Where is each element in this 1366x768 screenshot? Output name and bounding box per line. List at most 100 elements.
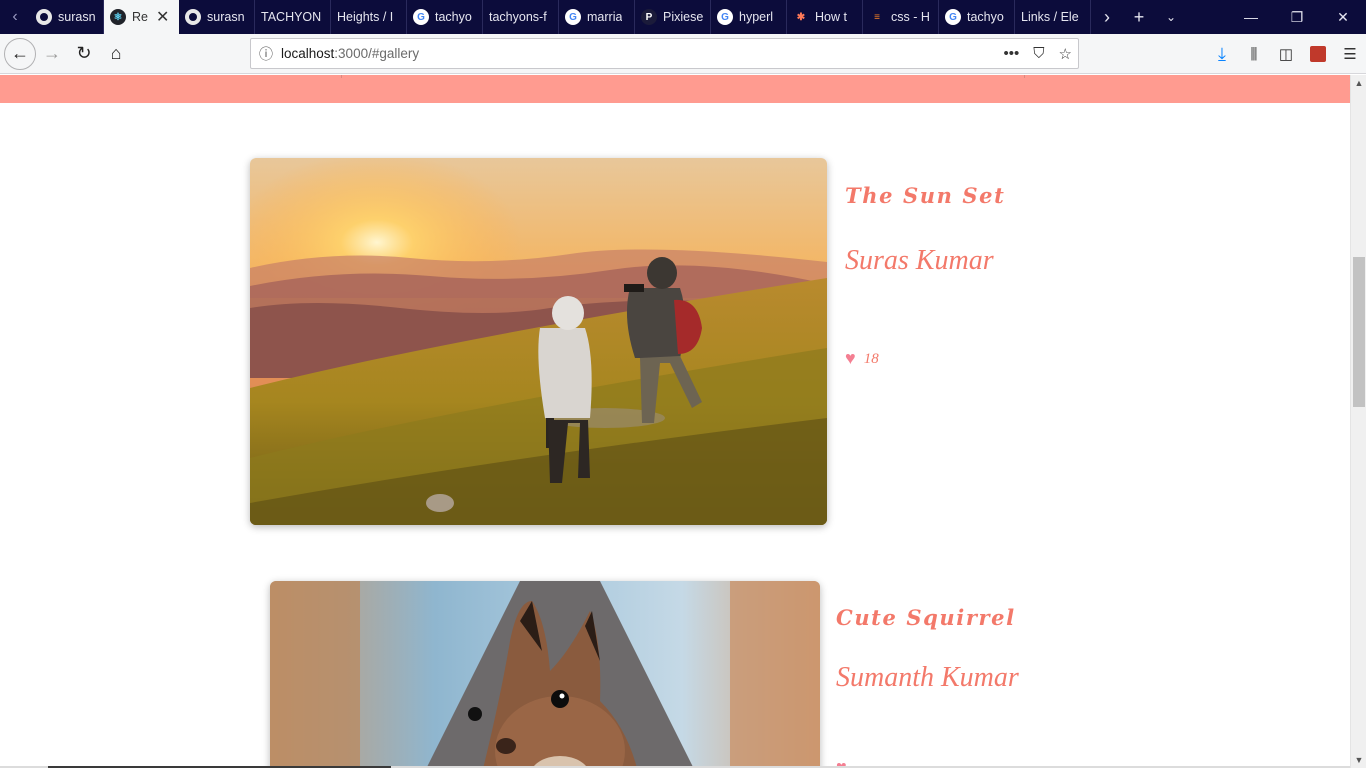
downloads-button[interactable]: ⤓ xyxy=(1206,38,1238,70)
tab-label: tachyo xyxy=(967,10,1004,24)
window-controls: — ❐ ✕ xyxy=(1228,0,1366,34)
scroll-down-arrow-icon[interactable]: ▼ xyxy=(1351,752,1366,768)
sunset-photo[interactable] xyxy=(250,158,827,525)
browser-tab[interactable]: G tachyo xyxy=(939,0,1015,34)
browser-tab[interactable]: G hyperl xyxy=(711,0,787,34)
tab-label: Links / Ele xyxy=(1021,10,1079,24)
tab-label: marria xyxy=(587,10,623,24)
browser-tab[interactable]: ✱ How t xyxy=(787,0,863,34)
reload-icon: ↻ xyxy=(76,43,92,63)
chevron-left-icon: ‹ xyxy=(12,8,18,25)
browser-tab[interactable]: tachyons-f xyxy=(483,0,559,34)
sidebar-button[interactable]: ◫ xyxy=(1270,38,1302,70)
restore-button[interactable]: ❐ xyxy=(1274,0,1320,34)
tab-label: TACHYON xyxy=(261,10,322,24)
browser-tab-active[interactable]: ⚛ Re ✕ xyxy=(104,0,179,34)
browser-tab[interactable]: TACHYON xyxy=(255,0,331,34)
google-icon: G xyxy=(945,9,961,25)
google-icon: G xyxy=(413,9,429,25)
tab-label: Heights / I xyxy=(337,10,394,24)
home-icon: ⌂ xyxy=(110,43,122,63)
tab-scroll-right-button[interactable]: › xyxy=(1091,0,1123,34)
heart-icon[interactable]: ♥ xyxy=(845,349,856,367)
arrow-left-icon: ← xyxy=(11,43,29,63)
tab-scroll-left-button[interactable]: ‹ xyxy=(0,0,30,34)
page-viewport: The Sun Set Suras Kumar ♥ 18 Cute Squirr… xyxy=(0,75,1350,768)
pocket-icon[interactable]: ⛉ xyxy=(1033,45,1044,62)
browser-tab[interactable]: Links / Ele xyxy=(1015,0,1091,34)
sidebar-icon: ◫ xyxy=(1278,46,1294,63)
info-icon[interactable]: ⓘ xyxy=(251,44,281,64)
tab-label: Pixiese xyxy=(663,10,704,24)
navigation-toolbar: ← → ↻ ⌂ ⓘ localhost:3000/#gallery ••• ⛉ … xyxy=(0,34,1366,74)
list-all-tabs-button[interactable]: ⌄ xyxy=(1155,0,1187,34)
tab-label: tachyons-f xyxy=(489,10,547,24)
tab-label: How t xyxy=(815,10,847,24)
like-button[interactable]: ♥ 18 xyxy=(845,347,879,368)
url-path: :3000/#gallery xyxy=(334,46,420,61)
photo-title: The Sun Set xyxy=(845,183,1006,208)
bookmark-star-icon[interactable]: ☆ xyxy=(1059,45,1072,63)
menu-button[interactable]: ☰ xyxy=(1334,38,1366,70)
close-icon: ✕ xyxy=(1337,8,1349,25)
arrow-right-icon: → xyxy=(43,43,61,63)
pixies-icon: P xyxy=(641,9,657,25)
minimize-icon: — xyxy=(1244,9,1258,25)
scroll-up-arrow-icon[interactable]: ▲ xyxy=(1351,75,1366,91)
tab-strip: ‹ surasn ⚛ Re ✕ surasn TACHYON Heights /… xyxy=(0,0,1366,34)
forward-button[interactable]: → xyxy=(36,38,68,70)
photo-author: Suras Kumar xyxy=(845,245,994,276)
library-button[interactable]: ⫼ xyxy=(1238,38,1270,70)
chevron-right-icon: › xyxy=(1104,6,1110,27)
url-text[interactable]: localhost:3000/#gallery xyxy=(281,46,419,61)
back-button[interactable]: ← xyxy=(4,37,36,70)
extension-icon xyxy=(1310,46,1326,62)
band-divider xyxy=(341,75,342,78)
browser-tab[interactable]: G tachyo xyxy=(407,0,483,34)
photo-title: Cute Squirrel xyxy=(836,605,1016,630)
header-band xyxy=(0,75,1350,103)
url-host: localhost xyxy=(281,46,335,61)
close-tab-icon[interactable]: ✕ xyxy=(156,7,169,27)
like-count: 18 xyxy=(863,351,879,367)
tab-label: surasn xyxy=(58,10,96,24)
react-icon: ⚛ xyxy=(110,9,126,25)
google-icon: G xyxy=(717,9,733,25)
reload-button[interactable]: ↻ xyxy=(68,38,100,70)
tab-label: hyperl xyxy=(739,10,774,24)
squirrel-photo[interactable] xyxy=(270,581,820,768)
toolbar-right: ⤓ ⫼ ◫ ☰ xyxy=(1206,34,1366,74)
url-actions: ••• ⛉ ☆ xyxy=(1004,39,1072,68)
close-window-button[interactable]: ✕ xyxy=(1320,0,1366,34)
browser-tab[interactable]: surasn xyxy=(179,0,255,34)
tab-label: Re xyxy=(132,10,148,24)
url-bar[interactable]: ⓘ localhost:3000/#gallery ••• ⛉ ☆ xyxy=(250,38,1079,69)
new-tab-button[interactable]: + xyxy=(1123,0,1155,34)
more-actions-icon[interactable]: ••• xyxy=(1004,45,1020,62)
tab-label: css - H xyxy=(891,10,930,24)
minimize-button[interactable]: — xyxy=(1228,0,1274,34)
hamburger-menu-icon: ☰ xyxy=(1343,46,1357,63)
plus-icon: + xyxy=(1133,6,1145,27)
download-arrow-icon: ⤓ xyxy=(1218,43,1226,64)
band-divider xyxy=(1024,75,1025,78)
browser-tab[interactable]: surasn xyxy=(30,0,104,34)
library-icon: ⫼ xyxy=(1250,45,1258,63)
sunset-photo-image xyxy=(250,158,827,525)
browser-tab[interactable]: ≡ css - H xyxy=(863,0,939,34)
tab-label: surasn xyxy=(207,10,245,24)
tab-label: tachyo xyxy=(435,10,472,24)
github-icon xyxy=(185,9,201,25)
browser-tab[interactable]: P Pixiese xyxy=(635,0,711,34)
extension-button[interactable] xyxy=(1302,38,1334,70)
squirrel-photo-image xyxy=(270,581,820,768)
browser-tab[interactable]: Heights / I xyxy=(331,0,407,34)
browser-tab[interactable]: G marria xyxy=(559,0,635,34)
home-button[interactable]: ⌂ xyxy=(100,38,132,70)
github-icon xyxy=(36,9,52,25)
photo-author: Sumanth Kumar xyxy=(836,662,1019,693)
hubspot-icon: ✱ xyxy=(796,11,806,23)
scrollbar-thumb[interactable] xyxy=(1353,257,1365,407)
vertical-scrollbar[interactable]: ▲ ▼ xyxy=(1350,75,1366,768)
restore-icon: ❐ xyxy=(1290,8,1304,25)
